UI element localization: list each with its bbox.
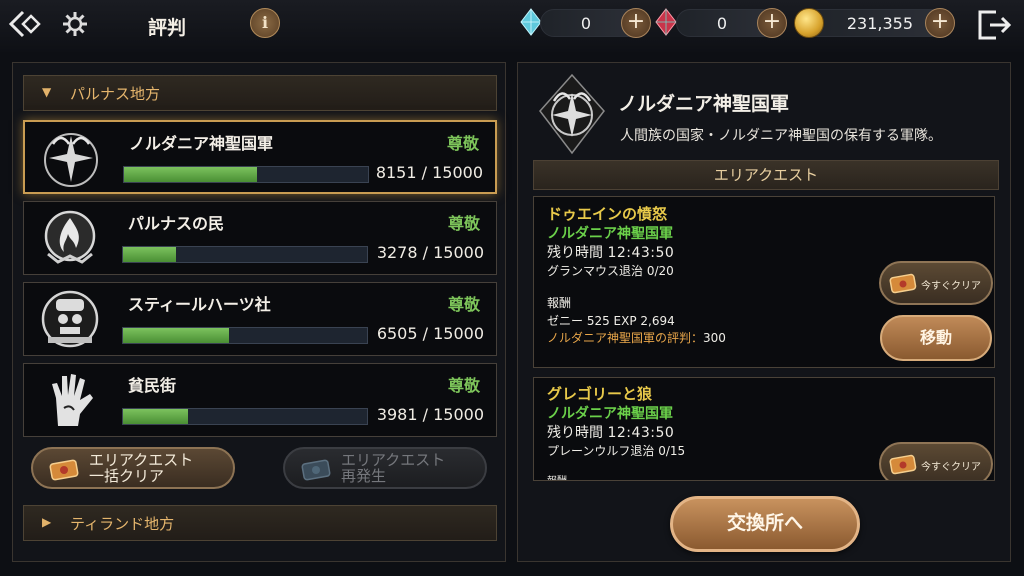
reputation-score: 8151 / 15000	[375, 163, 483, 182]
faction-detail-panel: ノルダニア神聖国軍 人間族の国家・ノルダニア神聖国の保有する軍隊。 エリアクエス…	[517, 62, 1011, 562]
cyan-crystal-counter: 0 +	[540, 8, 651, 38]
faction-row-parnas-people[interactable]: パルナスの民 尊敬 3278 / 15000	[23, 201, 497, 275]
quest-faction: ノルダニア神聖国軍	[547, 226, 673, 242]
reputation-bar	[122, 327, 368, 344]
quest-title: グレゴリーと狼	[547, 385, 653, 403]
zeny-counter: 231,355 +	[804, 8, 955, 38]
skull-mask-emblem-icon	[41, 290, 99, 348]
top-bar: 評判 i 0 + 0 + 231,355 +	[0, 0, 1024, 52]
scroll-ticket-icon	[889, 454, 917, 475]
reputation-bar-fill	[123, 247, 177, 262]
reputation-bar-fill	[124, 167, 257, 182]
settings-gear-button[interactable]	[60, 9, 90, 39]
region-header-parnas[interactable]: ▼ パルナス地方	[23, 75, 497, 111]
region-label: パルナス地方	[70, 85, 161, 103]
reputation-score: 3981 / 15000	[376, 405, 484, 424]
quest-task: プレーンウルフ退治 0/15	[547, 444, 686, 458]
instant-clear-button[interactable]: 今すぐクリア	[879, 261, 993, 305]
page-title: 評判	[148, 17, 187, 39]
red-crystal-counter: 0 +	[676, 8, 787, 38]
quest-reputation-reward: ノルダニア神聖国軍の評判：300	[547, 331, 726, 345]
faction-name: 貧民街	[128, 376, 177, 395]
area-quest-bulk-clear-button[interactable]: エリアクエスト 一括クリア	[31, 447, 235, 489]
reputation-bar-fill	[123, 409, 188, 424]
faction-rank: 尊敬	[447, 295, 480, 314]
hand-emblem-icon	[52, 374, 93, 426]
info-button[interactable]: i	[250, 8, 280, 38]
faction-row-nordania[interactable]: ノルダニア神聖国軍 尊敬 8151 / 15000	[23, 120, 497, 194]
quest-faction: ノルダニア神聖国軍	[547, 406, 673, 422]
zeny-add-button[interactable]: +	[925, 8, 955, 38]
faction-name: ノルダニア神聖国軍	[129, 134, 274, 153]
reputation-bar	[123, 166, 369, 183]
reputation-score: 3278 / 15000	[376, 243, 484, 262]
quest-time-remaining: 残り時間 12:43:50	[547, 245, 675, 261]
faction-row-slums[interactable]: 貧民街 尊敬 3981 / 15000	[23, 363, 497, 437]
red-crystal-add-button[interactable]: +	[757, 8, 787, 38]
selected-faction-description: 人間族の国家・ノルダニア神聖国の保有する軍隊。	[620, 128, 942, 144]
quest-reward-label: 報酬	[547, 472, 567, 480]
faction-list-panel: ▼ パルナス地方 ノルダニア神聖国軍 尊敬 8151 / 15000 パルナスの…	[12, 62, 506, 562]
winged-cross-emblem-icon	[44, 133, 98, 187]
faction-row-steelhearts[interactable]: スティールハーツ社 尊敬 6505 / 15000	[23, 282, 497, 356]
exit-button[interactable]	[976, 8, 1012, 42]
red-crystal-value: 0	[716, 14, 727, 33]
instant-clear-label: 今すぐクリア	[921, 462, 981, 473]
cyan-crystal-add-button[interactable]: +	[621, 8, 651, 38]
reputation-bar-fill	[123, 328, 229, 343]
quest-reward: ゼニー 525 EXP 2,694	[547, 314, 675, 328]
quest-reward-label: 報酬	[547, 296, 572, 310]
winged-cross-emblem-icon	[539, 73, 605, 155]
faction-name: パルナスの民	[128, 214, 225, 233]
back-button[interactable]	[6, 8, 42, 40]
faction-name: スティールハーツ社	[128, 295, 271, 314]
reputation-score: 6505 / 15000	[376, 324, 484, 343]
quest-task: グランマウス退治 0/20	[547, 264, 674, 278]
instant-clear-button[interactable]: 今すぐクリア	[879, 442, 993, 480]
move-button[interactable]: 移動	[880, 315, 992, 361]
scroll-ticket-icon	[49, 459, 79, 481]
red-crystal-icon	[655, 8, 677, 36]
area-quest-card: グレゴリーと狼 ノルダニア神聖国軍 残り時間 12:43:50 プレーンウルフ退…	[533, 377, 995, 481]
instant-clear-label: 今すぐクリア	[921, 281, 981, 292]
exchange-button[interactable]: 交換所へ	[670, 496, 860, 552]
bulk-clear-label: エリアクエスト 一括クリア	[89, 451, 194, 485]
quest-time-remaining: 残り時間 12:43:50	[547, 425, 675, 441]
expand-triangle-icon: ▶	[42, 515, 52, 529]
exit-door-icon	[978, 10, 1012, 40]
zeny-coin-icon	[794, 8, 824, 38]
collapse-triangle-icon: ▼	[42, 85, 52, 99]
quest-title: ドゥエインの憤怒	[547, 205, 668, 223]
area-quest-header: エリアクエスト	[533, 160, 999, 190]
faction-rank: 尊敬	[446, 134, 479, 153]
area-quest-regenerate-button[interactable]: エリアクエスト 再発生	[283, 447, 487, 489]
cyan-crystal-icon	[520, 8, 542, 36]
reputation-bar	[122, 246, 368, 263]
faction-rank: 尊敬	[447, 376, 480, 395]
flame-emblem-icon	[44, 210, 96, 264]
region-header-tirand[interactable]: ▶ ティランド地方	[23, 505, 497, 541]
gear-icon	[63, 12, 87, 36]
back-arrow-icon	[8, 10, 41, 38]
cyan-crystal-value: 0	[580, 14, 591, 33]
faction-rank: 尊敬	[447, 214, 480, 233]
regenerate-label: エリアクエスト 再発生	[341, 451, 446, 485]
regenerate-scroll-icon	[301, 459, 331, 481]
zeny-value: 231,355	[846, 14, 913, 33]
area-quest-card: ドゥエインの憤怒 ノルダニア神聖国軍 残り時間 12:43:50 グランマウス退…	[533, 196, 995, 368]
reputation-bar	[122, 408, 368, 425]
region-label: ティランド地方	[70, 515, 175, 533]
selected-faction-name: ノルダニア神聖国軍	[618, 93, 790, 115]
scroll-ticket-icon	[889, 273, 917, 294]
